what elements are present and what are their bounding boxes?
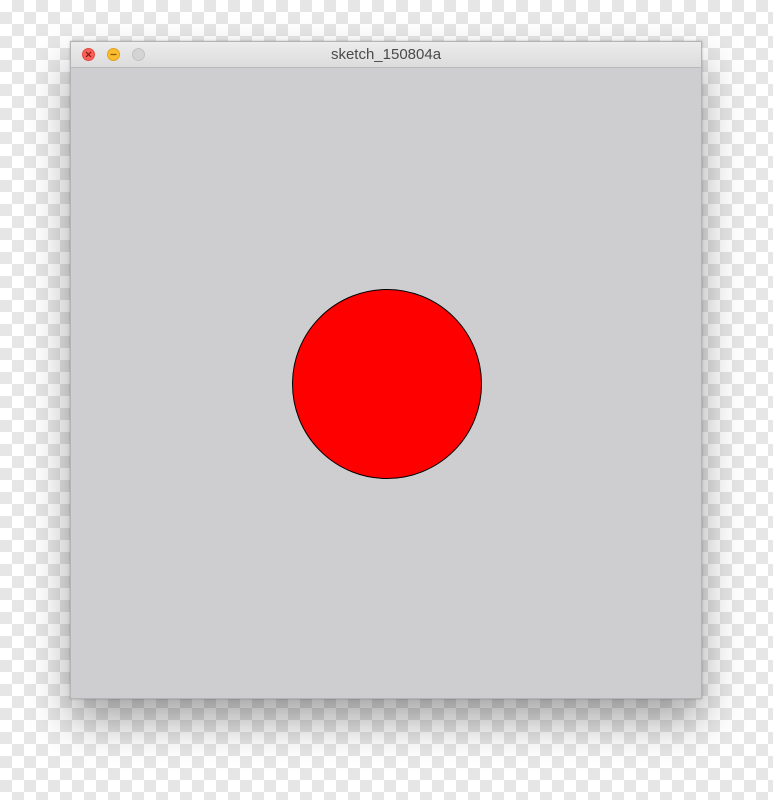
red-circle xyxy=(292,289,482,479)
sketch-canvas[interactable] xyxy=(71,68,701,698)
sketch-drawing xyxy=(292,289,482,479)
window-title: sketch_150804a xyxy=(330,46,442,63)
title-bar[interactable]: sketch_150804a xyxy=(71,42,701,68)
sketch-window: sketch_150804a xyxy=(70,41,702,699)
